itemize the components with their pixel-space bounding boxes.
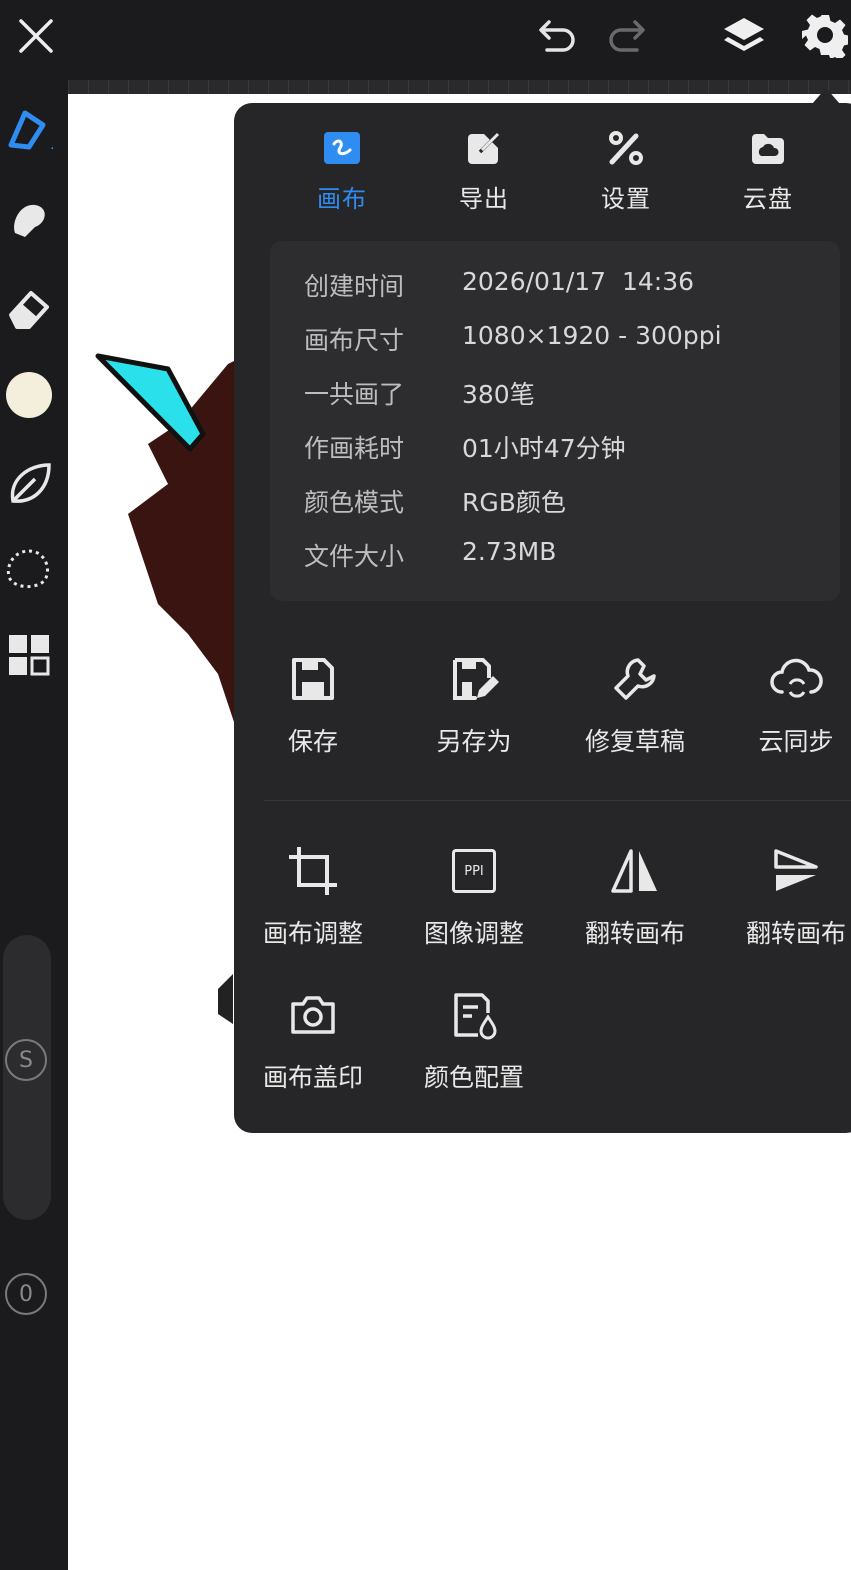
left-toolbar [0, 80, 68, 1570]
cloud-drive-icon [708, 123, 828, 173]
info-row-size: 画布尺寸 1080×1920 - 300ppi [304, 321, 722, 361]
color-profile-label: 颜色配置 [423, 1063, 524, 1092]
layers-icon[interactable] [716, 10, 772, 64]
tab-settings[interactable]: 设置 [566, 123, 686, 214]
info-key: 画布尺寸 [304, 326, 405, 355]
tab-label: 云盘 [743, 185, 793, 213]
info-value: 2026/01/17 14:36 [462, 267, 695, 296]
color-swatch[interactable] [2, 368, 56, 422]
canvas-stamp-button[interactable]: 画布盖印 [238, 984, 388, 1094]
opacity-badge[interactable]: 0 [5, 1273, 47, 1315]
tab-canvas[interactable]: 画布 [282, 123, 402, 214]
wrench-icon [560, 648, 710, 710]
canvas-adjust-button[interactable]: 画布调整 [238, 840, 388, 950]
repair-draft-button[interactable]: 修复草稿 [560, 648, 710, 758]
info-row-duration: 作画耗时 01小时47分钟 [304, 429, 626, 469]
tab-label: 导出 [459, 185, 509, 213]
save-label: 保存 [287, 727, 338, 756]
pen-tool-icon[interactable] [2, 102, 56, 156]
cloud-sync-icon [721, 648, 851, 710]
tab-label: 设置 [601, 185, 651, 213]
top-toolbar [0, 0, 851, 80]
flip-canvas-label: 翻转画布 [584, 919, 685, 948]
info-value: 380笔 [462, 380, 535, 409]
panel-pointer [812, 88, 840, 104]
flip-horizontal-icon [560, 840, 710, 902]
lasso-select-icon[interactable] [2, 542, 56, 596]
save-button[interactable]: 保存 [238, 648, 388, 758]
info-key: 创建时间 [304, 272, 405, 301]
settings-tools-icon [566, 123, 686, 173]
info-row-strokes: 一共画了 380笔 [304, 375, 535, 415]
save-icon [238, 648, 388, 710]
info-value: 2.73MB [462, 537, 557, 566]
export-icon [424, 123, 544, 173]
info-value: 01小时47分钟 [462, 434, 626, 463]
eraser-icon[interactable] [2, 282, 56, 336]
info-key: 一共画了 [304, 380, 405, 409]
info-key: 作画耗时 [304, 434, 405, 463]
top-ruler [68, 80, 851, 94]
redo-icon[interactable] [602, 12, 654, 60]
flip-canvas-label: 翻转画布 [745, 919, 846, 948]
info-key: 文件大小 [304, 542, 405, 571]
cloud-sync-button[interactable]: 云同步 [721, 648, 851, 758]
color-profile-icon [399, 984, 549, 1046]
panel-tabs: 画布 导出 设置 云盘 [234, 123, 851, 223]
info-key: 颜色模式 [304, 488, 405, 517]
tab-label: 画布 [317, 185, 367, 213]
info-value: RGB颜色 [462, 488, 566, 517]
info-row-file-size: 文件大小 2.73MB [304, 537, 556, 577]
ppi-text: PPI [452, 849, 496, 893]
tab-export[interactable]: 导出 [424, 123, 544, 214]
undo-icon[interactable] [530, 12, 582, 60]
gear-icon[interactable] [798, 8, 851, 62]
flip-canvas-horizontal-button[interactable]: 翻转画布 [560, 840, 710, 950]
smudge-icon[interactable] [2, 192, 56, 246]
save-as-button[interactable]: 另存为 [399, 648, 549, 758]
info-value: 1080×1920 - 300ppi [462, 321, 722, 350]
flip-vertical-icon [721, 840, 851, 902]
cloud-sync-label: 云同步 [758, 727, 834, 756]
info-row-color-mode: 颜色模式 RGB颜色 [304, 483, 566, 523]
leaf-brush-icon[interactable] [2, 456, 56, 510]
repair-draft-label: 修复草稿 [584, 727, 685, 756]
canvas-adjust-label: 画布调整 [262, 919, 363, 948]
save-as-label: 另存为 [436, 727, 512, 756]
close-icon[interactable] [10, 10, 62, 62]
section-divider [264, 800, 851, 801]
camera-icon [238, 984, 388, 1046]
canvas-menu-panel: 画布 导出 设置 云盘 创建时间 2026/01/17 14:36 画布尺寸 1… [234, 103, 851, 1133]
tab-cloud-drive[interactable]: 云盘 [708, 123, 828, 214]
ppi-icon: PPI [399, 840, 549, 902]
flip-canvas-vertical-button[interactable]: 翻转画布 [721, 840, 851, 950]
save-as-icon [399, 648, 549, 710]
canvas-info-card: 创建时间 2026/01/17 14:36 画布尺寸 1080×1920 - 3… [270, 241, 840, 601]
info-row-created: 创建时间 2026/01/17 14:36 [304, 267, 694, 307]
crop-icon [238, 840, 388, 902]
canvas-icon [282, 123, 402, 173]
grid-tools-icon[interactable] [2, 628, 56, 682]
image-adjust-button[interactable]: PPI 图像调整 [399, 840, 549, 950]
canvas-stamp-label: 画布盖印 [262, 1063, 363, 1092]
size-badge[interactable]: S [5, 1039, 47, 1081]
color-profile-button[interactable]: 颜色配置 [399, 984, 549, 1094]
image-adjust-label: 图像调整 [423, 919, 524, 948]
